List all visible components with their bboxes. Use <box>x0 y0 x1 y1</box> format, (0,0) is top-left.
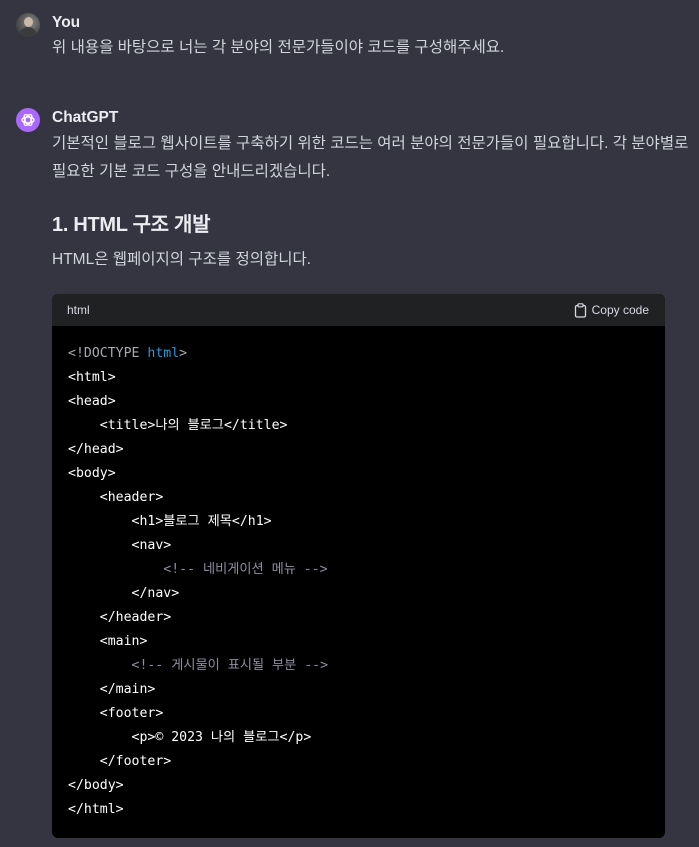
assistant-intro-line-1: 기본적인 블로그 웹사이트를 구축하기 위한 코드는 여러 분야의 전문가들이 … <box>52 135 689 152</box>
code-token: <!-- 게시물이 표시될 부분 --> <box>131 658 329 673</box>
code-line: <header> <box>68 486 328 510</box>
copy-code-button[interactable]: Copy code <box>574 301 649 319</box>
code-line: </main> <box>68 678 328 702</box>
code-line: <html> <box>68 366 328 390</box>
code-token: </html> <box>68 802 124 817</box>
assistant-avatar <box>16 108 40 132</box>
code-line: </footer> <box>68 750 328 774</box>
code-language-label: html <box>67 303 90 317</box>
code-line: <p>© 2023 나의 블로그</p> <box>68 726 328 750</box>
code-line: <title>나의 블로그</title> <box>68 414 328 438</box>
code-token: <nav> <box>131 538 172 553</box>
section-text: HTML은 웹페이지의 구조를 정의합니다. <box>52 251 312 268</box>
code-token: <footer> <box>99 706 164 721</box>
code-line: </header> <box>68 606 328 630</box>
code-line: <!-- 네비게이션 메뉴 --> <box>68 558 328 582</box>
assistant-author-name: ChatGPT <box>52 109 119 126</box>
code-token: <html> <box>68 370 116 385</box>
code-line: <body> <box>68 462 328 486</box>
code-block: html Copy code <!DOCTYPE html> <html> <hea… <box>52 294 665 838</box>
code-line: <footer> <box>68 702 328 726</box>
user-author-name: You <box>52 14 81 31</box>
assistant-intro-line-2: 필요한 기본 코드 구성을 안내드리겠습니다. <box>52 163 331 180</box>
code-line: <nav> <box>68 534 328 558</box>
code-token: <head> <box>68 394 116 409</box>
code-block-header: html Copy code <box>52 294 665 326</box>
copy-code-label: Copy code <box>591 303 649 317</box>
code-token: <header> <box>99 490 164 505</box>
code-token: </nav> <box>131 586 180 601</box>
code-line: </nav> <box>68 582 328 606</box>
code-line: <head> <box>68 390 328 414</box>
section-heading: 1. HTML 구조 개발 <box>52 214 211 236</box>
code-token: <p>© 2023 나의 블로그</p> <box>131 730 312 745</box>
code-token: <body> <box>68 466 116 481</box>
code-content[interactable]: <!DOCTYPE html> <html> <head> <title>나의 블로… <box>68 342 328 822</box>
code-line: </head> <box>68 438 328 462</box>
code-token: </body> <box>68 778 124 793</box>
clipboard-icon <box>574 302 586 318</box>
code-line: <main> <box>68 630 328 654</box>
code-token: html <box>147 346 180 361</box>
code-token: <!DOCTYPE <box>68 346 148 361</box>
code-line: </body> <box>68 774 328 798</box>
avatar-face <box>24 17 33 27</box>
user-avatar <box>16 13 40 37</box>
code-token: > <box>179 346 188 361</box>
code-line: <h1>블로그 제목</h1> <box>68 510 328 534</box>
code-token: <!-- 네비게이션 메뉴 --> <box>163 562 328 577</box>
openai-logo-icon <box>21 113 35 127</box>
code-line: <!DOCTYPE html> <box>68 342 328 366</box>
code-token: </footer> <box>99 754 172 769</box>
code-line: <!-- 게시물이 표시될 부분 --> <box>68 654 329 678</box>
code-token: <title>나의 블로그</title> <box>99 418 288 433</box>
code-token: <main> <box>99 634 148 649</box>
code-token: </main> <box>99 682 156 697</box>
avatar-shoulders <box>19 27 37 37</box>
code-token: </header> <box>99 610 172 625</box>
user-message-text: 위 내용을 바탕으로 너는 각 분야의 전문가들이야 코드를 구성해주세요. <box>52 39 505 56</box>
code-token: </head> <box>68 442 124 457</box>
code-line: </html> <box>68 798 328 822</box>
code-token: <h1>블로그 제목</h1> <box>131 514 272 529</box>
